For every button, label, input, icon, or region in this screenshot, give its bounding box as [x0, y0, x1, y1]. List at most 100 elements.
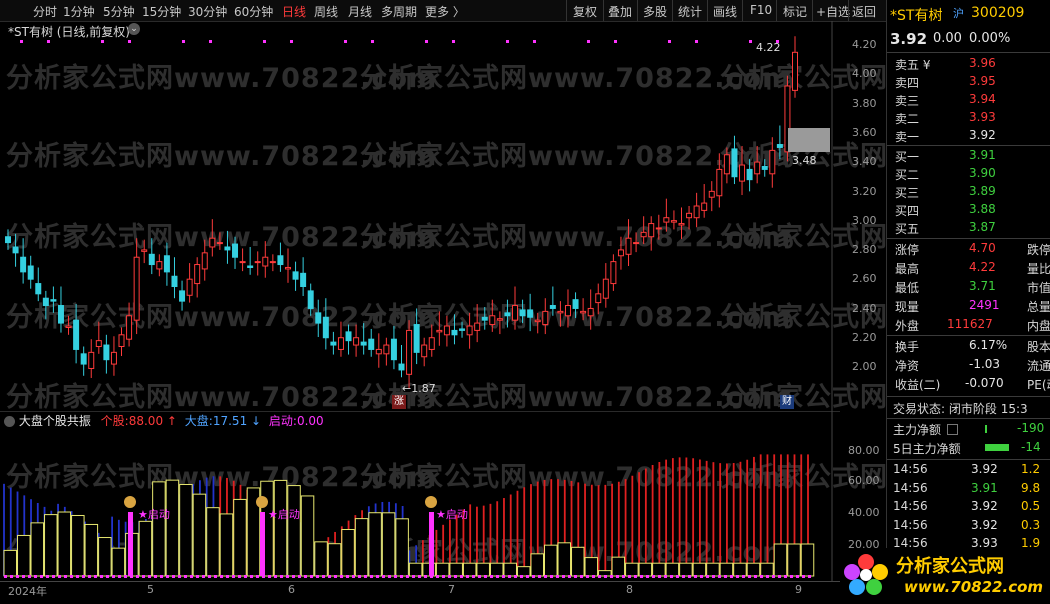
baseline-dot: [508, 575, 511, 578]
candle-body: [315, 312, 322, 324]
baseline-dot: [286, 575, 289, 578]
candle-body: [269, 261, 276, 264]
tick-time: 14:56: [893, 517, 928, 532]
price-axis-label: 4.00: [852, 67, 877, 81]
status-label: 交易状态:: [893, 402, 946, 416]
bid-price: 3.90: [969, 166, 996, 180]
finance-marker[interactable]: 财: [780, 395, 794, 409]
tab-monthly[interactable]: 月线: [348, 3, 372, 20]
baseline-dot: [70, 575, 73, 578]
baseline-dot: [730, 575, 733, 578]
mark-button[interactable]: 标记: [783, 3, 807, 20]
price-axis-label: 3.80: [852, 96, 877, 110]
candle-body: [292, 271, 299, 280]
tick-row: 14:56 3.92 1.2: [893, 462, 1040, 476]
gegu-value: 88.00: [128, 414, 164, 428]
candle-body: [610, 261, 617, 285]
statistics-button[interactable]: 统计: [678, 3, 702, 20]
draw-line-button[interactable]: 画线: [713, 3, 737, 20]
candle-body: [701, 202, 708, 211]
tab-daily[interactable]: 日线: [282, 3, 306, 20]
tab-weekly[interactable]: 周线: [314, 3, 338, 20]
signal-label: ★启动: [268, 508, 300, 521]
tab-5min[interactable]: 5分钟: [103, 3, 135, 20]
ask-label: 卖一: [895, 130, 920, 144]
stock-bar: [341, 529, 355, 577]
stat-label2: 内盘: [1027, 319, 1050, 333]
price-axis-label: 3.60: [852, 125, 877, 139]
stock-bar: [571, 546, 585, 577]
tab-15min[interactable]: 15分钟: [142, 3, 181, 20]
tab-more[interactable]: 更多 〉: [425, 3, 465, 20]
back-button[interactable]: 返回: [852, 3, 876, 20]
multi-stock-button[interactable]: 多股: [643, 3, 667, 20]
candle-body: [549, 305, 556, 309]
tab-multi-period[interactable]: 多周期: [381, 3, 417, 20]
list-icon[interactable]: [947, 424, 958, 435]
candle-body: [716, 168, 723, 197]
high-price-label: 4.22: [756, 41, 781, 54]
baseline-dot: [478, 575, 481, 578]
tab-30min[interactable]: 30分钟: [188, 3, 227, 20]
candle-body: [171, 275, 178, 288]
stock-bar: [98, 537, 112, 577]
baseline-dot: [22, 575, 25, 578]
baseline-dot: [358, 575, 361, 578]
stock-bar: [381, 512, 396, 577]
flow2-value: -14: [1021, 440, 1041, 454]
f10-button[interactable]: F10: [750, 3, 772, 17]
baseline-dot: [34, 575, 37, 578]
candle-body: [512, 305, 519, 321]
top-dot-marker: [371, 40, 374, 43]
baseline-dot: [256, 575, 259, 578]
baseline-dot: [172, 575, 175, 578]
baseline-dot: [334, 575, 337, 578]
overlay-button[interactable]: 叠加: [608, 3, 632, 20]
stock-bar: [152, 481, 166, 577]
zhangting-marker[interactable]: 涨: [392, 395, 406, 409]
baseline-dot: [472, 575, 475, 578]
candle-body: [595, 293, 602, 304]
tick-price: 3.92: [971, 462, 998, 476]
stat-value: 4.22: [969, 260, 996, 274]
baseline-dot: [244, 575, 247, 578]
candle-body: [670, 220, 677, 223]
stat-row: 最高 4.22 量比: [887, 259, 1050, 277]
ask-row: 卖一 3.92: [887, 127, 1050, 145]
baseline-dot: [178, 575, 181, 578]
candle-body: [519, 309, 526, 317]
kline-chart[interactable]: [0, 21, 840, 411]
tab-60min[interactable]: 60分钟: [234, 3, 273, 20]
stock-name: *ST有树: [890, 8, 943, 24]
stock-bar: [679, 562, 693, 577]
price-axis-label: 3.40: [852, 155, 877, 169]
bid-row: 买四 3.88: [887, 201, 1050, 219]
baseline-dot: [592, 575, 595, 578]
baseline-dot: [4, 575, 7, 578]
baseline-dot: [490, 575, 493, 578]
price-axis-label: 2.40: [852, 301, 877, 315]
fuquan-button[interactable]: 复权: [573, 3, 597, 20]
candle-body: [254, 261, 261, 264]
add-watchlist-button[interactable]: +自选: [816, 3, 850, 20]
stat-label: 最高: [895, 262, 920, 276]
baseline-dot: [376, 575, 379, 578]
tab-fenshi[interactable]: 分时: [33, 3, 57, 20]
stock-bar: [408, 562, 423, 577]
candle-body: [110, 351, 117, 365]
tick-price: 3.91: [971, 480, 998, 495]
tab-1min[interactable]: 1分钟: [63, 3, 95, 20]
x-axis-label: 5: [147, 583, 154, 596]
settings-icon[interactable]: [4, 416, 15, 427]
candle-body: [398, 363, 405, 371]
baseline-dot: [166, 575, 169, 578]
candle-body: [474, 322, 481, 331]
stock-bar: [71, 514, 85, 577]
baseline-dot: [52, 575, 55, 578]
candle-body: [103, 344, 110, 361]
candle-body: [232, 243, 239, 258]
baseline-dot: [274, 575, 277, 578]
chevron-down-icon[interactable]: ⌄: [128, 23, 140, 35]
baseline-dot: [754, 575, 757, 578]
quote-panel: *ST有树 沪 300209 3.92 0.00 0.00% 卖五 ¥3.96 …: [886, 0, 1050, 604]
